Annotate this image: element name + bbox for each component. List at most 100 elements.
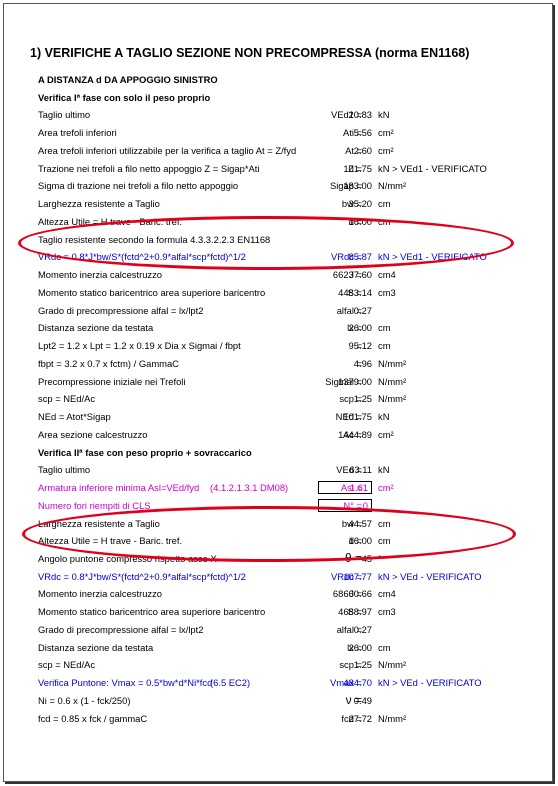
table-row: Verifica Iª fase con solo il peso propri… [0,89,558,106]
row-label: Ni = 0.6 x (1 - fck/250) [38,694,131,706]
row-unit: cm² [378,428,394,440]
row-value: 183.00 [343,180,372,192]
row-unit: N/mm² [378,357,407,369]
row-value: 95.12 [348,340,372,352]
table-row: Verifica IIª fase con peso proprio + sov… [0,444,558,461]
row-label: Distanza sezione da testata [38,641,154,653]
highlight-ellipse-1 [18,216,514,270]
row-label: Armatura inferiore minima Asl=VEd/fyd [38,482,200,494]
row-unit: kN [378,411,390,423]
row-value: 4.96 [353,357,372,369]
table-row: Momento statico baricentrico area superi… [0,603,558,620]
row-label: A DISTANZA d DA APPOGGIO SINISTRO [38,74,218,85]
row-value: 1.25 [353,659,372,671]
row-label: Momento statico baricentrico area superi… [38,606,266,618]
row-label: Momento inerzia calcestruzzo [38,269,163,281]
row-value: 4483.14 [338,286,372,298]
row-label: NEd = Atot*Sigap [38,411,111,423]
table-row: Distanza sezione da testata lx = 26.00 cm [0,639,558,656]
page-title: 1) VERIFICHE A TAGLIO SEZIONE NON PRECOM… [30,46,470,60]
row-value[interactable]: 1.61 [318,481,372,495]
row-unit: cm [378,322,391,334]
row-label: Area sezione calcestruzzo [38,428,148,440]
row-value: 1.25 [353,393,372,405]
row-value: 0.27 [353,623,372,635]
row-reference: (6.5 EC2) [210,677,251,689]
row-unit: cm3 [378,286,396,298]
row-value: 1444.89 [338,428,372,440]
table-row: Verifica Puntone: Vmax = 0.5*bw*d*Ni*fcd… [0,674,558,691]
row-label: Grado di precompressione alfal = lx/lpt2 [38,304,204,316]
table-row: Area trefoli inferiori Ati = 5.56 cm² [0,124,558,141]
row-label: fcd = 0.85 x fck / gammaC [38,712,148,724]
row-label: fbpt = 3.2 x 0.7 x fctm) / GammaC [38,357,179,369]
row-unit: cm² [378,144,394,156]
row-unit: cm [378,340,391,352]
row-value: 5.56 [353,127,372,139]
table-row: A DISTANZA d DA APPOGGIO SINISTRO [0,71,558,88]
row-label: Trazione nei trefoli a filo netto appogg… [38,162,260,174]
row-label: Momento statico baricentrico area superi… [38,286,266,298]
row-unit: cm² [378,127,394,139]
row-label: Distanza sezione da testata [38,322,154,334]
row-unit: kN > VEd - VERIFICATO [378,677,482,689]
row-label: Precompressione iniziale nei Trefoli [38,375,186,387]
row-value: 4688.97 [338,606,372,618]
row-reference: (4.1.2.1.3.1 DM08) [210,482,289,494]
row-unit: kN [378,109,390,121]
table-row: Sigma di trazione nei trefoli a filo net… [0,177,558,194]
row-label: Larghezza resistente a Taglio [38,198,160,210]
table-row: Armatura inferiore minima Asl=VEd/fyd (4.… [0,479,558,496]
row-unit: kN > VEd1 - VERIFICATO [378,162,487,174]
table-row: VRdc = 0.8*J*bw/S*(fctd^2+0.9*alfal*scp*… [0,568,558,585]
row-unit: cm4 [378,269,396,281]
row-unit: cm [378,641,391,653]
table-row: Distanza sezione da testata lx = 26.00 cm [0,319,558,336]
table-row: Precompressione iniziale nei Trefoli Sigm… [0,373,558,390]
table-row: Momento inerzia calcestruzzo J = 68660.66 c… [0,585,558,602]
row-value: 20.83 [348,109,372,121]
row-value: 101.75 [343,411,372,423]
row-value: 0.49 [353,694,372,706]
row-label: Lpt2 = 1.2 x Lpt = 1.2 x 0.19 x Dia x Si… [38,340,241,352]
row-unit: kN > VEd - VERIFICATO [378,570,482,582]
row-unit: kN [378,464,390,476]
row-unit: cm² [378,482,394,494]
row-label: Grado di precompressione alfal = lx/lpt2 [38,623,204,635]
table-row: Grado di precompressione alfal = lx/lpt2… [0,621,558,638]
row-label: Area trefoli inferiori utilizzabile per … [38,144,297,156]
table-row: scp = NEd/Ac scp = 1.25 N/mm² [0,390,558,407]
row-value: 1379.00 [338,375,372,387]
row-unit: N/mm² [378,180,407,192]
row-label: Area trefoli inferiori [38,127,117,139]
highlight-ellipse-2 [22,506,516,562]
row-unit: N/mm² [378,393,407,405]
row-value: 107.77 [343,570,372,582]
row-value: 26.00 [348,641,372,653]
row-label: Verifica IIª fase con peso proprio + sov… [38,446,252,458]
row-value: 2.60 [353,144,372,156]
row-value: 35.20 [348,198,372,210]
row-label: Taglio ultimo [38,464,91,476]
row-value: 26.00 [348,322,372,334]
table-row: fbpt = 3.2 x 0.7 x fctm) / GammaC = 4.96 N/… [0,355,558,372]
row-label: Verifica Puntone: Vmax = 0.5*bw*d*Ni*fcd [38,677,213,689]
table-row: Trazione nei trefoli a filo netto appogg… [0,160,558,177]
table-row: scp = NEd/Ac scp = 1.25 N/mm² [0,656,558,673]
row-label: Sigma di trazione nei trefoli a filo net… [38,180,239,192]
row-unit: N/mm² [378,659,407,671]
row-label: VRdc = 0.8*J*bw/S*(fctd^2+0.9*alfal*scp*… [38,570,246,582]
row-value: 0.27 [353,304,372,316]
row-unit: N/mm² [378,712,407,724]
row-value: 27.72 [348,712,372,724]
table-row: Ni = 0.6 x (1 - fck/250) ν = 0.49 [0,692,558,709]
table-row: NEd = Atot*Sigap NEd = 101.75 kN [0,408,558,425]
row-value: 484.70 [343,677,372,689]
row-unit: cm3 [378,606,396,618]
row-label: scp = NEd/Ac [38,393,96,405]
table-row: Taglio ultimo VEd1 = 20.83 kN [0,106,558,123]
row-label: scp = NEd/Ac [38,659,96,671]
row-unit: cm [378,198,391,210]
row-value: 63.11 [349,464,372,476]
table-row: Larghezza resistente a Taglio bw = 35.20 cm [0,195,558,212]
